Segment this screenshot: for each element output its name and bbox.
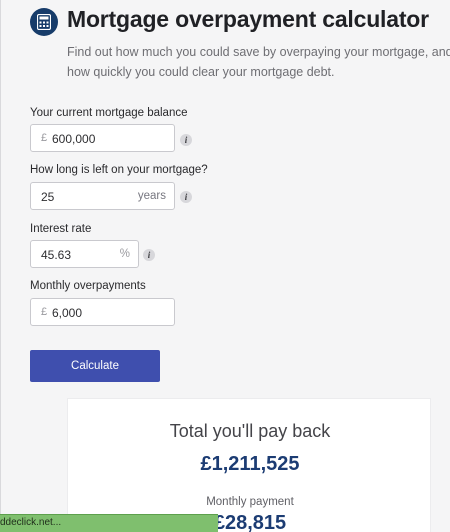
currency-prefix: £ [41,306,48,318]
total-payback-value: £1,211,525 [200,453,300,475]
balance-label: Your current mortgage balance [30,107,188,119]
browser-status-bar: ddeclick.net... [0,514,218,532]
term-value: 25 [41,190,55,204]
balance-value: 600,000 [52,132,96,146]
balance-field[interactable]: £ 600,000 [30,124,175,152]
mortgage-calculator-page: Mortgage overpayment calculator Find out… [0,0,450,532]
left-divider [0,0,1,532]
term-unit: years [137,190,166,202]
rate-value: 45.63 [41,248,72,262]
percent-unit: % [119,248,130,260]
monthly-payment-label: Monthly payment [206,496,294,508]
overpayment-field[interactable]: £ 6,000 [30,298,175,326]
term-label: How long is left on your mortgage? [30,164,208,176]
currency-prefix: £ [41,132,48,144]
info-icon[interactable]: i [180,134,192,146]
total-payback-label: Total you'll pay back [169,421,331,441]
rate-field[interactable]: 45.63 % [30,240,139,268]
term-field[interactable]: 25 years [30,182,175,210]
page-subtitle: Find out how much you could save by over… [67,45,450,79]
status-url: ddeclick.net... [0,517,62,528]
overpayment-label: Monthly overpayments [30,280,146,292]
info-icon[interactable]: i [143,249,155,261]
calculate-button[interactable]: Calculate [30,350,160,382]
overpayment-value: 6,000 [52,306,83,320]
rate-label: Interest rate [30,223,92,235]
page-title: Mortgage overpayment calculator [67,6,429,32]
info-icon[interactable]: i [180,191,192,203]
results-card: Total you'll pay back £1,211,525 Monthly… [67,398,431,532]
calculator-icon [30,8,58,36]
